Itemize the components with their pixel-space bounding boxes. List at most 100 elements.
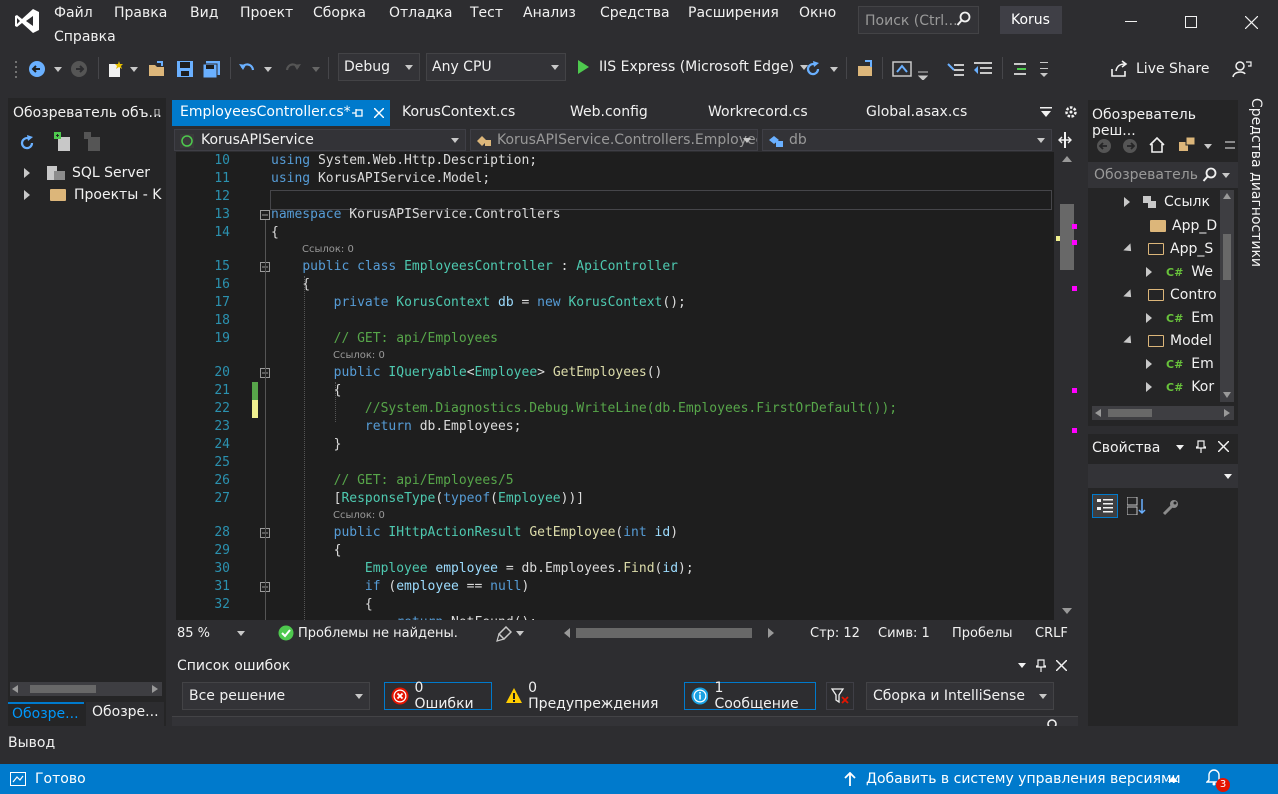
tree-item-controllers[interactable]: Contro (1123, 284, 1217, 306)
notifications-button[interactable]: 3 (1205, 768, 1230, 792)
references-codelens[interactable]: Ссылок: 0 (302, 244, 354, 255)
close-button[interactable] (1228, 6, 1274, 38)
menu-analyze[interactable]: Анализ (523, 5, 576, 21)
panel-menu-icon[interactable] (1176, 445, 1184, 450)
browser-dropdown[interactable] (918, 66, 928, 84)
vertical-scrollbar[interactable] (1220, 190, 1234, 402)
scrollbar-thumb[interactable] (1223, 234, 1231, 280)
error-list-search-input[interactable] (172, 716, 1078, 726)
browser-select-button[interactable] (892, 60, 912, 78)
close-icon[interactable] (1056, 660, 1067, 671)
tab-global-asax[interactable]: Global.asax.cs (858, 100, 975, 126)
tree-item-webapiconfig[interactable]: C# We (1146, 261, 1213, 283)
tab-output[interactable]: Вывод (8, 735, 55, 751)
maximize-button[interactable] (1168, 6, 1214, 38)
chevron-up-icon[interactable] (1168, 776, 1178, 782)
object-selector-dropdown[interactable] (1088, 464, 1238, 488)
references-codelens[interactable]: Ссылок: 0 (333, 510, 385, 521)
tree-item-model[interactable]: Model (1123, 330, 1212, 352)
new-project-button[interactable] (106, 60, 124, 78)
pin-icon[interactable] (1036, 659, 1046, 672)
scope-dropdown[interactable]: Все решение (182, 682, 370, 710)
tree-item-references[interactable]: Ссылк (1124, 191, 1210, 213)
menu-view[interactable]: Вид (190, 5, 218, 21)
split-editor-icon[interactable] (1058, 132, 1072, 148)
step-over-button[interactable] (944, 60, 966, 78)
cursor-column[interactable]: Симв: 1 (878, 626, 930, 641)
tab-web-config[interactable]: Web.config (562, 100, 656, 126)
comment-button[interactable] (1012, 60, 1028, 78)
references-codelens[interactable]: Ссылок: 0 (333, 350, 385, 361)
close-icon[interactable] (1218, 441, 1229, 452)
cursor-line[interactable]: Стр: 12 (810, 626, 860, 641)
open-file-button[interactable] (148, 60, 166, 78)
solution-platform-select[interactable]: Any CPU (426, 53, 566, 81)
horizontal-scrollbar[interactable] (10, 682, 162, 696)
save-button[interactable] (176, 60, 194, 78)
errors-filter-button[interactable]: 0 Ошибки (384, 680, 492, 712)
feedback-button[interactable] (1232, 60, 1252, 78)
tree-item-app-data[interactable]: App_D (1150, 215, 1217, 237)
tree-item-employees-controller[interactable]: C# Em (1146, 307, 1214, 329)
tab-server-explorer[interactable]: Обозре... (8, 702, 84, 726)
toolbar-overflow[interactable] (1040, 60, 1048, 78)
start-debugging-button[interactable]: IIS Express (Microsoft Edge) (576, 58, 809, 76)
scrollbar-thumb[interactable] (1060, 204, 1074, 270)
panel-pin-icon[interactable] (154, 105, 160, 121)
tree-item-employee[interactable]: C# Em (1146, 353, 1214, 375)
panel-menu-icon[interactable] (1018, 663, 1026, 668)
chevron-down-icon[interactable] (237, 631, 245, 636)
navigate-forward-button[interactable] (70, 60, 88, 78)
gear-icon[interactable] (1064, 105, 1078, 119)
build-source-dropdown[interactable]: Сборка и IntelliSense (866, 682, 1054, 710)
connect-database-button[interactable] (52, 132, 72, 156)
editor-vertical-scrollbar[interactable] (1056, 152, 1078, 620)
back-arrow-icon[interactable] (1096, 138, 1112, 154)
alphabetical-button[interactable] (1124, 494, 1150, 518)
redo-dropdown[interactable] (312, 60, 320, 78)
home-icon[interactable] (1148, 136, 1166, 154)
warnings-filter-button[interactable]: 0 Предупреждения (498, 680, 672, 712)
line-endings[interactable]: CRLF (1035, 626, 1068, 641)
connect-server-button[interactable] (82, 132, 102, 156)
navigate-back-button[interactable] (28, 60, 46, 78)
tab-korus-context[interactable]: KorusContext.cs (394, 100, 523, 126)
back-dropdown[interactable] (54, 60, 62, 78)
solution-configuration-select[interactable]: Debug (338, 53, 420, 81)
brush-cleanup-icon[interactable] (496, 626, 512, 642)
add-to-source-control[interactable]: Добавить в систему управления версиями (866, 771, 1181, 787)
menu-extensions[interactable]: Расширения (688, 5, 779, 21)
clear-filter-button[interactable] (826, 682, 854, 710)
tree-item-korus-context[interactable]: C# Kor (1146, 376, 1214, 398)
hot-reload-button[interactable] (856, 60, 876, 78)
menu-file[interactable]: Файл (54, 5, 93, 21)
menu-tools[interactable]: Средства (600, 5, 670, 21)
undo-dropdown[interactable] (264, 60, 272, 78)
pin-icon[interactable] (352, 108, 364, 118)
tab-overflow-dropdown-icon[interactable] (1040, 107, 1052, 117)
tab-toolbox[interactable]: Обозре... (86, 702, 164, 726)
tree-item-sql-server[interactable]: SQL Server (24, 162, 150, 184)
collapse-icon[interactable] (260, 210, 270, 220)
switch-views-icon[interactable] (1178, 136, 1198, 154)
categorized-button[interactable] (1092, 494, 1118, 518)
member-dropdown[interactable]: db (762, 129, 1052, 151)
editor-horizontal-scroll-thumb[interactable] (576, 628, 752, 638)
menu-debug[interactable]: Отладка (389, 5, 452, 21)
pin-icon[interactable] (1196, 440, 1206, 453)
live-share-button[interactable]: Live Share (1110, 60, 1209, 78)
sync-icon[interactable] (1224, 138, 1236, 152)
search-input[interactable]: Поиск (Ctrl... (858, 6, 979, 34)
visual-studio-logo[interactable] (14, 8, 40, 34)
horizontal-scrollbar[interactable] (1092, 406, 1234, 420)
menu-project[interactable]: Проект (240, 5, 293, 21)
code-editor[interactable]: 10 11 12 13 14 15 16 17 18 19 20 21 22 2… (176, 152, 1054, 620)
menu-build[interactable]: Сборка (313, 5, 366, 21)
forward-arrow-icon[interactable] (1122, 138, 1138, 154)
tree-item-app-start[interactable]: App_S (1123, 238, 1213, 260)
scrollbar-thumb[interactable] (30, 685, 96, 693)
close-icon[interactable] (374, 108, 384, 118)
menu-test[interactable]: Тест (470, 5, 503, 21)
property-pages-button[interactable] (1158, 494, 1184, 518)
diagnostic-tools-tab[interactable]: Средства диагностики (1242, 98, 1264, 298)
